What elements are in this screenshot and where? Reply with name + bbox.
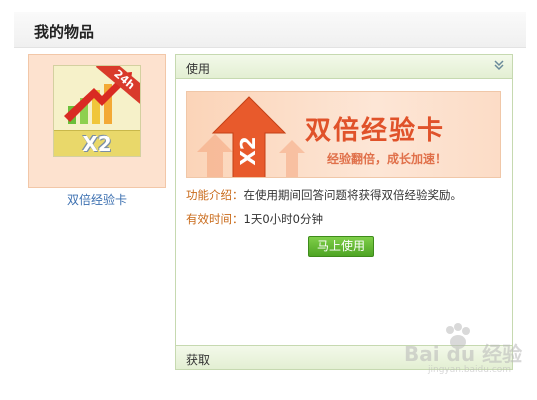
product-banner: X2 双倍经验卡 经验翻倍，成长加速！ xyxy=(186,91,501,178)
watermark-text: Bai du 经验 xyxy=(404,342,523,366)
item-name[interactable]: 双倍经验卡 xyxy=(28,191,166,208)
watermark: Bai du 经验 jingyan.baidu.com xyxy=(398,322,530,382)
small-arrow-icon xyxy=(197,134,233,177)
description-label: 功能介绍： xyxy=(186,188,244,202)
double-exp-card-icon[interactable]: 24h X2 xyxy=(53,65,141,157)
item-card[interactable]: 24h X2 xyxy=(28,54,166,188)
page-title: 我的物品 xyxy=(34,23,95,41)
banner-arrow-label: X2 xyxy=(236,136,260,165)
watermark-sub: jingyan.baidu.com xyxy=(428,365,512,375)
panel-header-label: 使用 xyxy=(186,62,211,76)
multiplier-label: X2 xyxy=(54,130,140,156)
double-chevron-down-icon[interactable] xyxy=(492,59,506,73)
acquire-label: 获取 xyxy=(186,353,211,367)
banner-title: 双倍经验卡 xyxy=(305,116,446,146)
use-now-button[interactable]: 马上使用 xyxy=(308,236,374,257)
panel-header[interactable]: 使用 xyxy=(176,55,512,79)
duration-value: 1天0小时0分钟 xyxy=(243,212,323,226)
page-title-bar: 我的物品 xyxy=(14,12,526,48)
description-row: 功能介绍：在使用期间回答问题将获得双倍经验奖励。 xyxy=(186,187,462,203)
duration-label: 有效时间： xyxy=(186,212,244,226)
duration-row: 有效时间：1天0小时0分钟 xyxy=(186,211,323,227)
banner-subtitle: 经验翻倍，成长加速！ xyxy=(327,152,448,166)
small-arrow-icon xyxy=(279,140,305,177)
description-value: 在使用期间回答问题将获得双倍经验奖励。 xyxy=(243,188,463,202)
